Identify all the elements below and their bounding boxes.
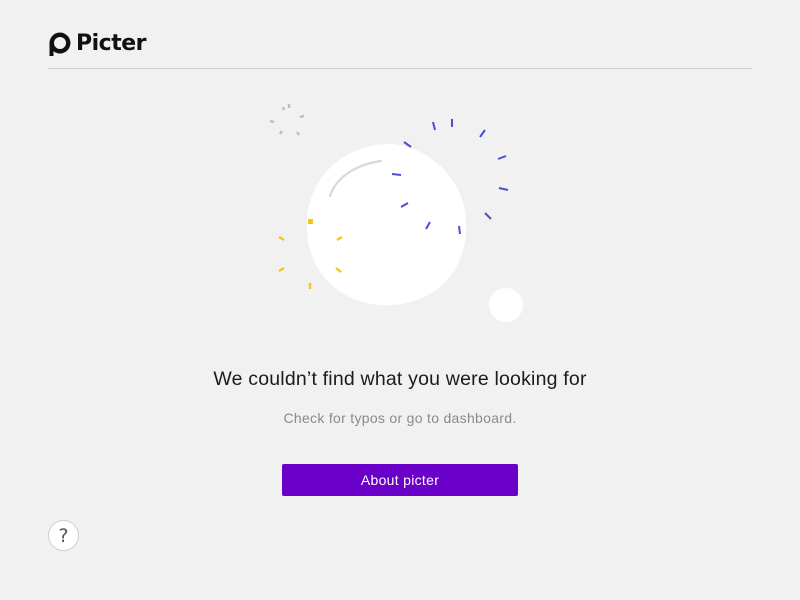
- page-subtitle: Check for typos or go to dashboard.: [283, 410, 517, 426]
- header: Picter: [48, 30, 752, 69]
- about-picter-button[interactable]: About picter: [282, 464, 518, 496]
- brand-name: Picter: [76, 31, 147, 56]
- broken-lightbulb-illustration: [269, 104, 523, 322]
- page-title: We couldn’t find what you were looking f…: [213, 368, 587, 390]
- help-button[interactable]: ?: [48, 520, 79, 551]
- gray-spark-burst: [269, 104, 305, 136]
- small-circle: [489, 288, 523, 322]
- lightbulb-circle: [306, 143, 467, 306]
- picter-logo-icon: [49, 32, 71, 56]
- not-found-page: Picter We couldn’t find what you were lo…: [0, 0, 800, 600]
- picter-logo[interactable]: Picter: [48, 30, 147, 58]
- help-icon: ?: [58, 524, 69, 547]
